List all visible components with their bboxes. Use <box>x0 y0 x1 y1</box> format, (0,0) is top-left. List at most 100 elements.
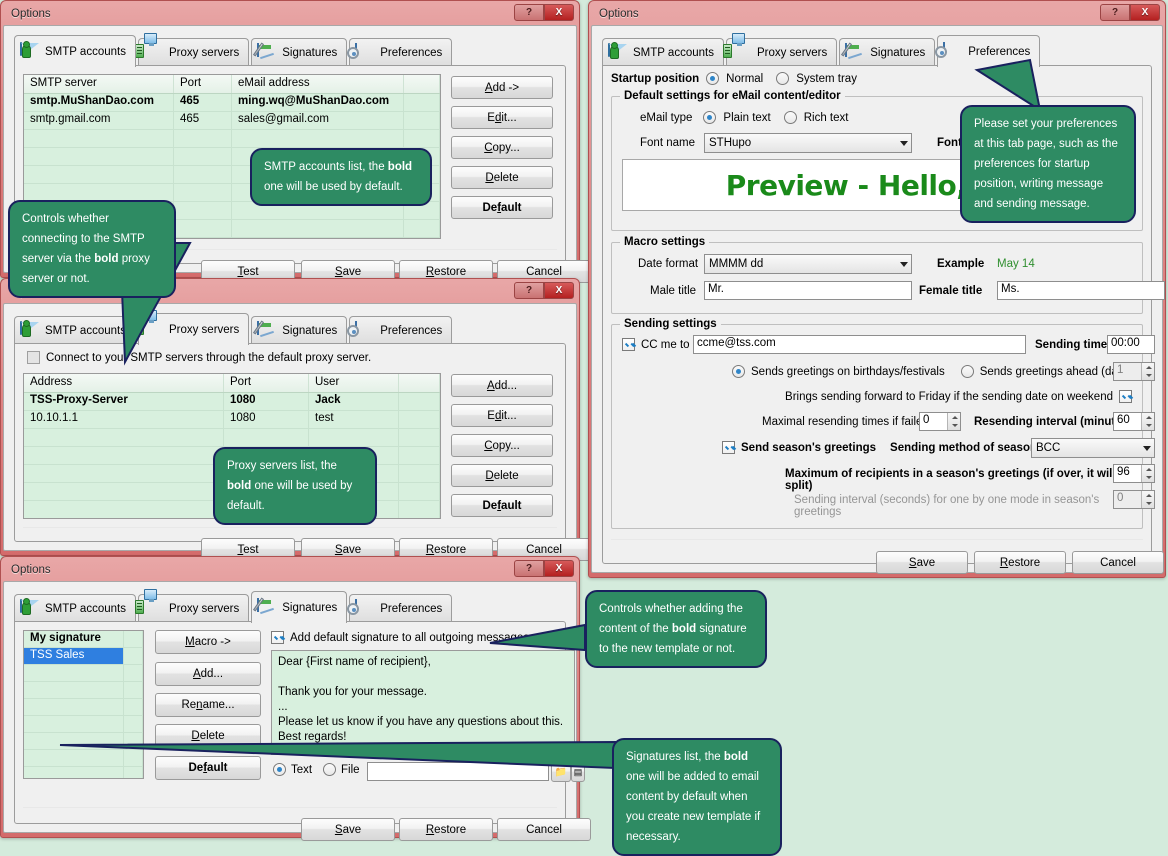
greetings-on-date-radio[interactable] <box>732 365 745 378</box>
open-file-button[interactable]: ▤ <box>571 762 585 782</box>
table-row[interactable] <box>24 429 440 447</box>
col-extra[interactable] <box>404 75 440 93</box>
proxy-default-checkbox-row[interactable]: Connect to your SMTP servers through the… <box>27 351 371 364</box>
restore-button[interactable]: Restore <box>399 818 493 841</box>
greetings-ahead-days-spinner[interactable]: 1 <box>1113 362 1155 381</box>
tab-preferences[interactable]: Preferences <box>347 594 453 622</box>
tab-signatures[interactable]: Signatures <box>251 591 348 623</box>
table-row[interactable] <box>24 130 440 148</box>
max-resend-spinner[interactable]: 0 <box>919 412 961 431</box>
source-text-radio-row[interactable]: Text <box>273 763 312 776</box>
cc-me-to-input[interactable]: ccme@tss.com <box>693 335 1026 354</box>
col-user[interactable]: User <box>309 374 399 392</box>
titlebar-preferences[interactable]: Options ? X <box>591 3 1163 25</box>
close-icon[interactable]: X <box>544 282 574 299</box>
list-item[interactable] <box>24 665 143 682</box>
col-extra[interactable] <box>399 374 440 392</box>
copy-button[interactable]: Copy... <box>451 434 553 457</box>
file-path-input[interactable] <box>367 762 549 781</box>
list-item[interactable] <box>24 767 143 778</box>
tab-smtp-accounts[interactable]: SMTP accounts <box>14 316 136 344</box>
rich-text-radio[interactable] <box>783 111 797 124</box>
max-recipients-spinner[interactable]: 96 <box>1113 464 1155 483</box>
female-title-input[interactable]: Ms. <box>997 281 1165 300</box>
list-item[interactable] <box>24 716 143 733</box>
one-by-one-spinner[interactable]: 0 <box>1113 490 1155 509</box>
send-season-checkbox[interactable] <box>722 441 735 454</box>
text-radio[interactable] <box>273 763 286 776</box>
tab-preferences[interactable]: Preferences <box>935 35 1041 67</box>
date-format-select[interactable]: MMMM dd <box>704 254 912 274</box>
signatures-list[interactable]: My signature TSS Sales <box>23 630 144 779</box>
delete-button[interactable]: Delete <box>155 724 261 748</box>
add-default-signature-checkbox[interactable] <box>271 631 284 644</box>
copy-button[interactable]: Copy... <box>451 136 553 159</box>
macro-button[interactable]: Macro -> <box>155 630 261 654</box>
weekend-forward-checkbox[interactable] <box>1119 390 1132 403</box>
help-button[interactable]: ? <box>1100 4 1130 21</box>
tab-preferences[interactable]: Preferences <box>347 316 453 344</box>
delete-button[interactable]: Delete <box>451 166 553 189</box>
list-item[interactable] <box>24 750 143 767</box>
save-button[interactable]: Save <box>301 818 395 841</box>
tab-proxy-servers[interactable]: Proxy servers <box>134 310 250 345</box>
list-item[interactable] <box>24 699 143 716</box>
startup-systemtray-radio[interactable] <box>776 72 790 85</box>
male-title-input[interactable]: Mr. <box>704 281 912 300</box>
tab-preferences[interactable]: Preferences <box>347 38 453 66</box>
plain-text-radio[interactable] <box>703 111 717 124</box>
edit-button[interactable]: Edit... <box>451 106 553 129</box>
proxy-default-checkbox[interactable] <box>27 351 40 364</box>
col-smtp-server[interactable]: SMTP server <box>24 75 174 93</box>
spinner-buttons[interactable] <box>1141 491 1154 508</box>
spinner-buttons[interactable] <box>1141 465 1154 482</box>
spinner-buttons[interactable] <box>1141 413 1154 430</box>
source-file-radio-row[interactable]: File <box>323 763 360 776</box>
table-row[interactable]: smtp.gmail.com 465 sales@gmail.com <box>24 112 440 130</box>
col-address[interactable]: Address <box>24 374 224 392</box>
tab-smtp-accounts[interactable]: SMTP accounts <box>14 35 136 67</box>
col-port[interactable]: Port <box>174 75 232 93</box>
signature-text-area[interactable]: Dear {First name of recipient}, Thank yo… <box>271 650 575 755</box>
tab-proxy-servers[interactable]: Proxy servers <box>134 33 250 66</box>
greetings-ahead-radio[interactable] <box>960 365 974 378</box>
list-item[interactable] <box>24 733 143 750</box>
edit-button[interactable]: Edit... <box>451 404 553 427</box>
tab-signatures[interactable]: Signatures <box>251 316 348 344</box>
titlebar-smtp[interactable]: Options ? X <box>3 3 577 25</box>
add-button[interactable]: Add... <box>451 374 553 397</box>
restore-button[interactable]: Restore <box>974 551 1066 574</box>
spinner-buttons[interactable] <box>947 413 960 430</box>
tab-signatures[interactable]: Signatures <box>251 38 348 66</box>
tab-smtp-accounts[interactable]: SMTP accounts <box>602 38 724 66</box>
cc-me-to-checkbox[interactable] <box>622 338 635 351</box>
sending-time-input[interactable]: 00:00 <box>1107 335 1155 354</box>
help-button[interactable]: ? <box>514 560 544 577</box>
close-icon[interactable]: X <box>1130 4 1160 21</box>
list-item[interactable] <box>24 682 143 699</box>
startup-normal-radio[interactable] <box>706 72 720 85</box>
col-port[interactable]: Port <box>224 374 309 392</box>
help-button[interactable]: ? <box>514 4 544 21</box>
table-row[interactable]: 10.10.1.1 1080 test <box>24 411 440 429</box>
add-default-signature-row[interactable]: Add default signature to all outgoing me… <box>271 631 532 644</box>
spinner-buttons[interactable] <box>1141 363 1154 380</box>
resend-interval-spinner[interactable]: 60 <box>1113 412 1155 431</box>
close-icon[interactable]: X <box>544 4 574 21</box>
tab-proxy-servers[interactable]: Proxy servers <box>722 33 838 66</box>
table-row[interactable]: smtp.MuShanDao.com 465 ming.wq@MuShanDao… <box>24 94 440 112</box>
close-icon[interactable]: X <box>544 560 574 577</box>
col-email-address[interactable]: eMail address <box>232 75 404 93</box>
table-row[interactable]: TSS-Proxy-Server 1080 Jack <box>24 393 440 411</box>
add-button[interactable]: Add... <box>155 662 261 686</box>
season-method-select[interactable]: BCC <box>1031 438 1155 458</box>
list-item[interactable]: My signature <box>24 631 143 648</box>
default-button[interactable]: Default <box>451 494 553 517</box>
cancel-button[interactable]: Cancel <box>497 818 591 841</box>
list-item[interactable]: TSS Sales <box>24 648 143 665</box>
tab-signatures[interactable]: Signatures <box>839 38 936 66</box>
file-radio[interactable] <box>323 763 336 776</box>
save-button[interactable]: Save <box>876 551 968 574</box>
titlebar-signatures[interactable]: Options ? X <box>3 559 577 581</box>
default-button[interactable]: Default <box>155 756 261 780</box>
